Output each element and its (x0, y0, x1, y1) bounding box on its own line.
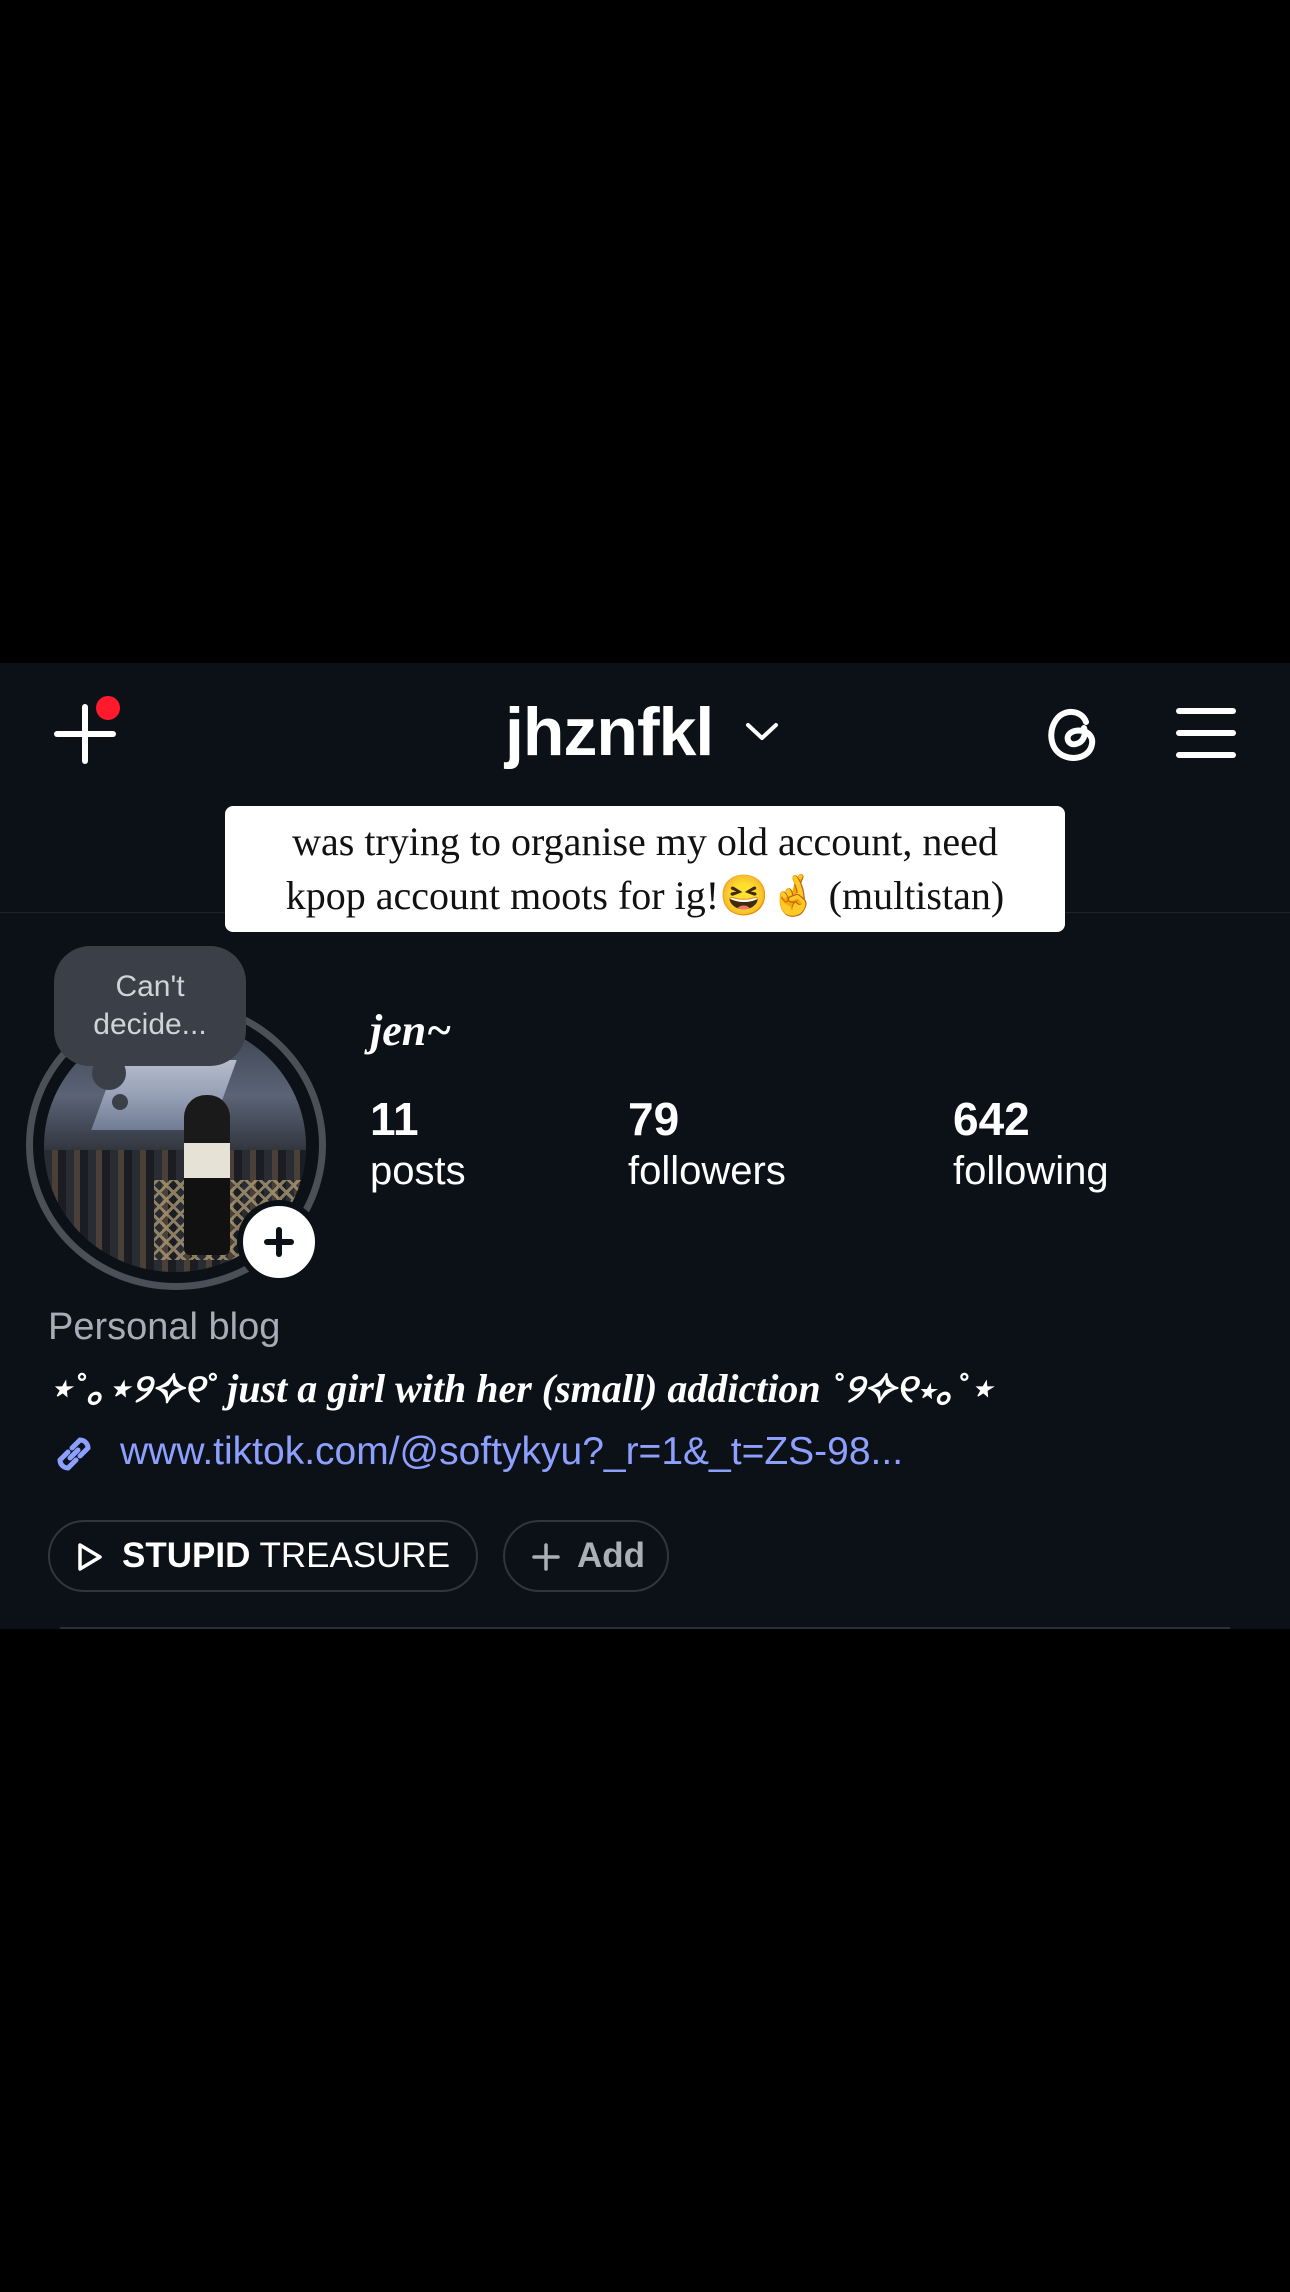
stat-following-label: following (953, 1149, 1109, 1193)
add-label: Add (577, 1536, 646, 1575)
sticker-line-1: was trying to organise my old account, n… (292, 819, 998, 864)
add-story-button[interactable] (237, 1200, 321, 1284)
display-name: jen~ (370, 1006, 452, 1055)
link-icon (57, 1437, 91, 1471)
stat-following-value: 642 (953, 1093, 1030, 1145)
note-bubble[interactable]: Can't decide... (54, 946, 246, 1066)
music-label: STUPID TREASURE (122, 1522, 450, 1590)
text-sticker: was trying to organise my old account, n… (225, 806, 1065, 932)
profile-bio: ⋆˚｡⋆୨✧୧˚ just a girl with her (small) ad… (48, 1366, 994, 1411)
profile-link[interactable]: www.tiktok.com/@softykyu?_r=1&_t=ZS-98..… (120, 1430, 903, 1474)
content-divider (60, 1627, 1230, 1629)
note-bubble-tail (92, 1056, 126, 1090)
note-line-2: decide... (93, 1008, 207, 1041)
threads-icon[interactable] (1040, 700, 1106, 766)
profile-category: Personal blog (48, 1306, 281, 1348)
stat-followers-label: followers (628, 1149, 786, 1193)
chevron-down-icon[interactable] (744, 720, 780, 744)
note-bubble-tail-dot (112, 1094, 128, 1110)
play-icon (78, 1543, 102, 1571)
add-button[interactable]: Add (503, 1520, 669, 1592)
stat-posts[interactable]: 11 posts (370, 1092, 466, 1196)
stat-following[interactable]: 642 following (953, 1092, 1109, 1196)
account-username[interactable]: jhznfkl (505, 694, 714, 770)
note-line-1: Can't (115, 970, 185, 1003)
music-title-rest: TREASURE (259, 1536, 451, 1575)
plus-icon (532, 1543, 560, 1571)
music-title-bold: STUPID (122, 1536, 251, 1575)
stat-posts-value: 11 (370, 1093, 419, 1145)
notification-dot (96, 696, 120, 720)
stat-followers-value: 79 (628, 1093, 680, 1145)
music-button[interactable]: STUPID TREASURE (48, 1520, 478, 1592)
hamburger-menu-icon[interactable] (1176, 708, 1236, 758)
stat-posts-label: posts (370, 1149, 466, 1193)
sticker-line-2: kpop account moots for ig!😆🤞 (multistan) (285, 873, 1005, 918)
stat-followers[interactable]: 79 followers (628, 1092, 786, 1196)
